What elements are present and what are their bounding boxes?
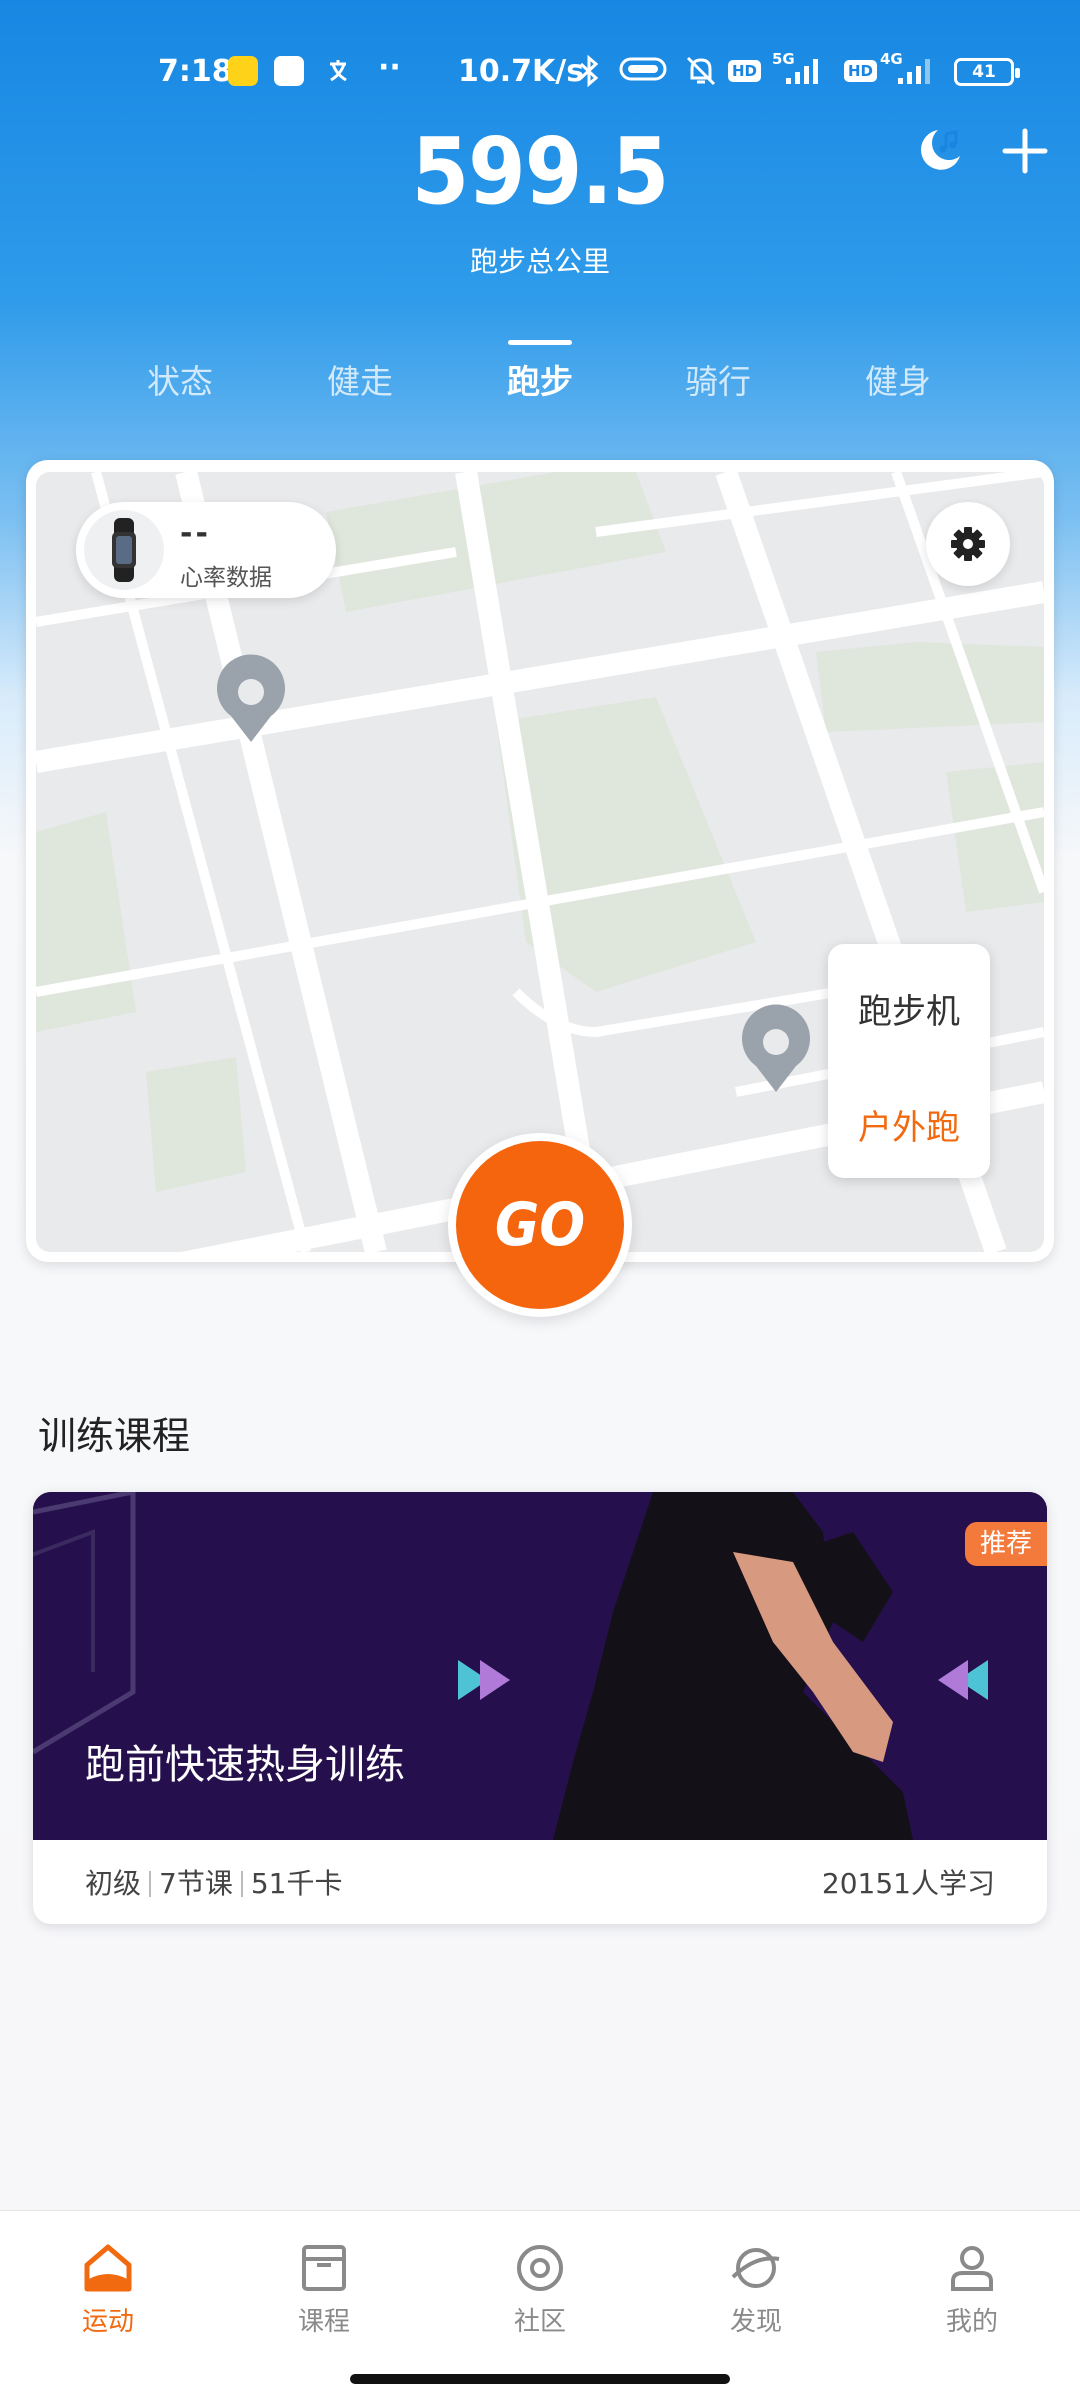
tab-running[interactable]: 跑步 bbox=[480, 355, 600, 403]
nav-label: 课程 bbox=[297, 2307, 350, 2337]
discover-icon bbox=[731, 2248, 780, 2288]
nav-item-sport[interactable]: 运动 bbox=[38, 2241, 178, 2338]
translate-icon bbox=[326, 56, 356, 86]
signal-icon bbox=[898, 59, 930, 84]
mute-bell-icon bbox=[684, 54, 718, 95]
nav-label: 运动 bbox=[81, 2307, 134, 2337]
heart-rate-pill[interactable]: -- 心率数据 bbox=[76, 502, 336, 598]
battery-icon: 41 bbox=[954, 58, 1020, 86]
music-mode-button[interactable] bbox=[912, 122, 968, 178]
heart-rate-value: -- bbox=[180, 516, 211, 551]
signal-icon bbox=[786, 59, 818, 84]
active-tab-indicator bbox=[508, 340, 572, 345]
nav-item-community[interactable]: 社区 bbox=[470, 2241, 610, 2338]
course-card[interactable]: 跑前快速热身训练 推荐 初级 7节课 51千卡 20151人学习 bbox=[33, 1492, 1047, 1924]
home-icon bbox=[84, 2244, 132, 2292]
run-mode-selector: 跑步机 户外跑 bbox=[828, 944, 990, 1178]
treadmill-option[interactable]: 跑步机 bbox=[828, 984, 990, 1033]
course-level: 初级 bbox=[85, 1867, 142, 1900]
home-indicator bbox=[350, 2374, 730, 2384]
nav-item-courses[interactable]: 课程 bbox=[254, 2241, 394, 2338]
app-notification-icon bbox=[274, 56, 304, 86]
section-title-courses: 训练课程 bbox=[38, 1414, 191, 1458]
sport-tabs: 状态 健走 跑步 骑行 健身 bbox=[0, 355, 1080, 415]
plus-icon bbox=[1002, 128, 1048, 174]
course-calories: 51千卡 bbox=[250, 1867, 343, 1900]
recommend-badge: 推荐 bbox=[965, 1522, 1047, 1566]
profile-icon bbox=[951, 2246, 993, 2291]
vibrate-icon bbox=[618, 54, 668, 91]
nav-item-discover[interactable]: 发现 bbox=[686, 2241, 826, 2338]
nav-label: 发现 bbox=[729, 2307, 782, 2337]
map-settings-button[interactable] bbox=[926, 502, 1010, 586]
bottom-nav: 运动 课程 社区 发现 我的 bbox=[0, 2210, 1080, 2400]
nav-item-profile[interactable]: 我的 bbox=[902, 2241, 1042, 2338]
bluetooth-icon bbox=[574, 54, 604, 95]
meta-divider bbox=[240, 1871, 243, 1897]
total-distance-label: 跑步总公里 bbox=[469, 245, 610, 278]
gear-icon bbox=[951, 527, 985, 561]
course-meta: 初级 7节课 51千卡 bbox=[85, 1862, 342, 1902]
add-button[interactable] bbox=[1000, 126, 1050, 176]
smartwatch-icon bbox=[84, 510, 164, 590]
nav-label: 我的 bbox=[945, 2307, 998, 2337]
status-time: 7:18 bbox=[158, 54, 233, 89]
tab-status[interactable]: 状态 bbox=[120, 355, 240, 403]
community-icon bbox=[517, 2245, 563, 2291]
more-notifications-icon: ·· bbox=[378, 50, 401, 85]
go-button[interactable]: GO bbox=[448, 1133, 632, 1317]
tab-cycling[interactable]: 骑行 bbox=[658, 355, 778, 403]
hd-badge: HD bbox=[844, 60, 878, 82]
tab-walking[interactable]: 健走 bbox=[300, 355, 420, 403]
course-title: 跑前快速热身训练 bbox=[85, 1742, 405, 1788]
course-banner: 跑前快速热身训练 推荐 bbox=[33, 1492, 1047, 1840]
nav-label: 社区 bbox=[513, 2307, 566, 2337]
go-button-label: GO bbox=[456, 1141, 624, 1309]
course-lessons: 7节课 bbox=[159, 1867, 233, 1900]
tab-fitness[interactable]: 健身 bbox=[838, 355, 958, 403]
app-notification-icon bbox=[228, 56, 258, 86]
meta-divider bbox=[149, 1871, 152, 1897]
hd-badge: HD bbox=[728, 60, 762, 82]
heart-rate-label: 心率数据 bbox=[180, 565, 272, 591]
outdoor-run-option[interactable]: 户外跑 bbox=[828, 1100, 990, 1149]
network-speed: 10.7K/s bbox=[458, 54, 585, 89]
course-learners: 20151人学习 bbox=[821, 1867, 995, 1900]
moon-music-icon bbox=[920, 130, 960, 170]
status-bar: 7:18 ·· 10.7K/s HD 5G HD 4G 41 bbox=[0, 48, 1080, 104]
course-icon bbox=[302, 2245, 346, 2291]
